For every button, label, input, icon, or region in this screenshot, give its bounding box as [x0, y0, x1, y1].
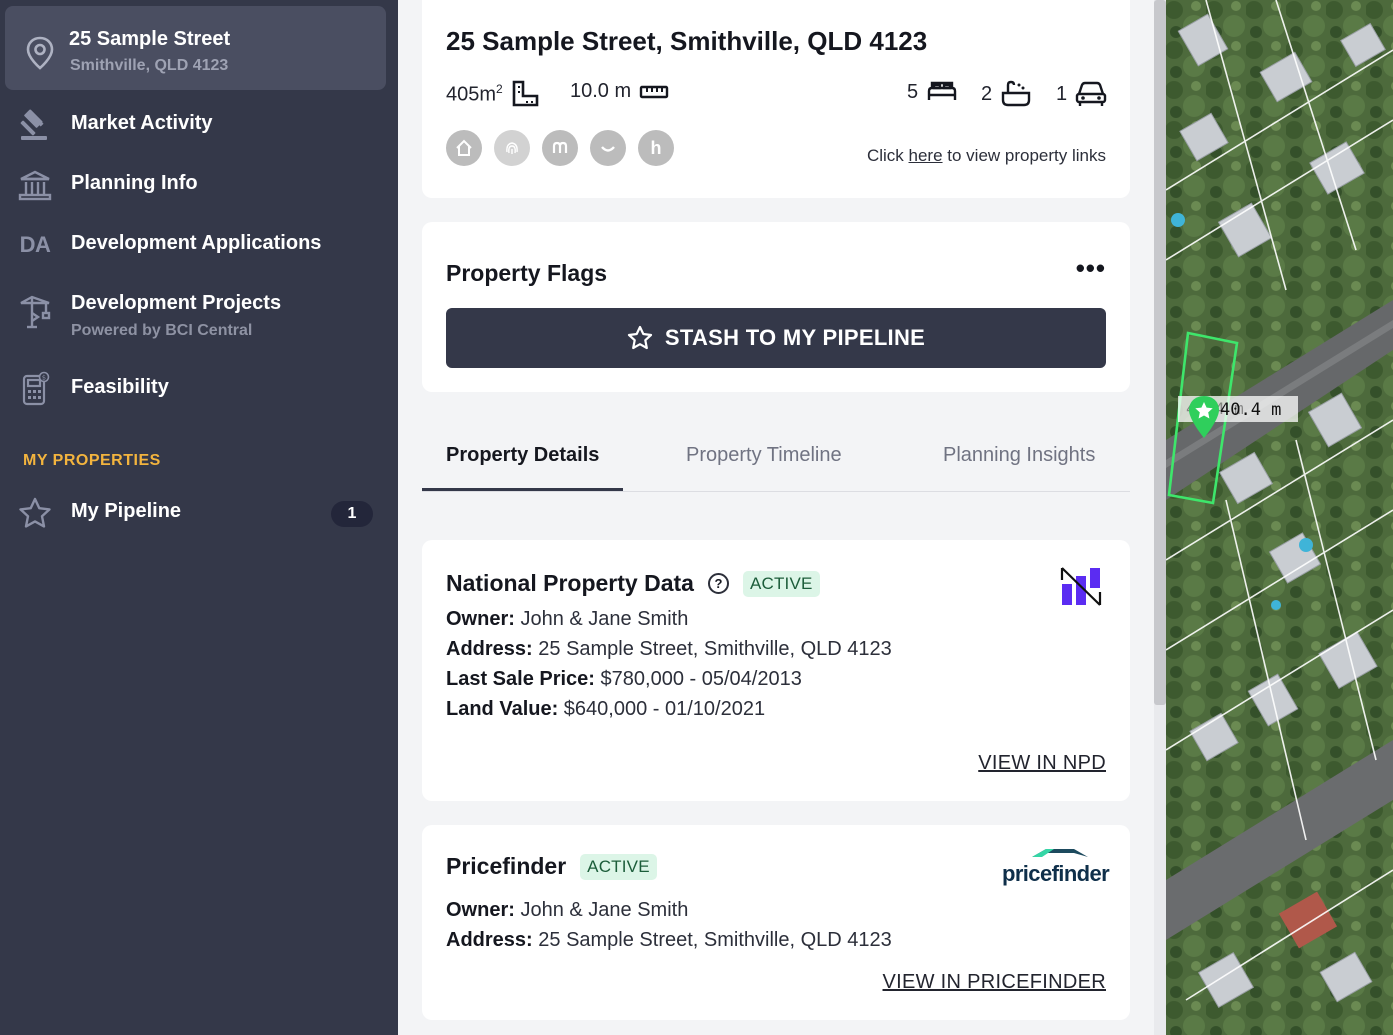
land-area-value: 405m2: [446, 81, 503, 106]
gavel-icon: [16, 108, 54, 142]
more-options-icon[interactable]: •••: [1076, 255, 1106, 281]
npd-title-row: National Property Data ? ACTIVE: [446, 570, 820, 597]
sidebar: 25 Sample Street Smithville, QLD 4123 Ma…: [0, 0, 398, 1035]
pricefinder-logo: pricefinder: [1002, 847, 1110, 887]
my-properties-heading: MY PROPERTIES: [23, 452, 161, 469]
frontage-value: 10.0 m: [570, 80, 632, 102]
star-outline-icon: [627, 325, 652, 350]
pricefinder-address: Address: 25 Sample Street, Smithville, Q…: [446, 929, 892, 951]
nav-label: Feasibility: [71, 376, 169, 398]
stash-to-pipeline-button[interactable]: STASH TO MY PIPELINE: [446, 308, 1106, 368]
h-link-icon[interactable]: h: [638, 130, 674, 166]
bed-icon: [927, 81, 957, 100]
nav-label: Development Projects: [71, 292, 282, 314]
property-flags-card: Property Flags ••• STASH TO MY PIPELINE: [422, 222, 1130, 392]
property-summary-card: 25 Sample Street, Smithville, QLD 4123 4…: [422, 0, 1130, 198]
map-measurement-label: 40.4 m: [1220, 400, 1281, 420]
crane-icon: [16, 294, 54, 329]
svg-text:$: $: [42, 374, 46, 382]
frontage-metric: 10.0 m: [570, 80, 669, 103]
property-address-line2: Smithville, QLD 4123: [70, 57, 229, 74]
npd-title: National Property Data: [446, 570, 694, 596]
nav-development-projects[interactable]: Development Projects Powered by BCI Cent…: [0, 280, 398, 350]
satellite-map[interactable]: 4 .4 m 40.4 m: [1166, 0, 1393, 1035]
fingerprint-link-icon[interactable]: [494, 130, 530, 166]
details-tabs: Property Details Property Timeline Plann…: [422, 420, 1130, 492]
nav-planning-info[interactable]: Planning Info: [0, 160, 398, 210]
da-icon: DA: [19, 232, 51, 257]
ruler-icon: [639, 85, 669, 98]
property-flags-title: Property Flags: [446, 260, 608, 286]
npd-status-badge: ACTIVE: [742, 570, 820, 597]
scrollbar-thumb[interactable]: [1154, 0, 1166, 705]
npd-last-sale: Last Sale Price: $780,000 - 05/04/2013: [446, 668, 802, 690]
nav-label: My Pipeline: [71, 500, 182, 522]
m-link-icon[interactable]: [542, 130, 578, 166]
bathrooms-metric: 2: [981, 80, 1032, 108]
npd-card: National Property Data ? ACTIVE Owner: J…: [422, 540, 1130, 801]
home-link-icon[interactable]: [446, 130, 482, 166]
nav-sublabel: Powered by BCI Central: [71, 322, 253, 339]
current-property-card[interactable]: 25 Sample Street Smithville, QLD 4123: [5, 6, 386, 90]
view-in-pricefinder-link[interactable]: VIEW IN PRICEFINDER: [883, 971, 1107, 994]
npd-owner: Owner: John & Jane Smith: [446, 608, 689, 630]
building-columns-icon: [16, 168, 54, 202]
car-spaces-value: 1: [1056, 82, 1068, 105]
car-spaces-metric: 1: [1056, 80, 1107, 108]
bath-icon: [1001, 80, 1031, 107]
map-imagery: 4 .4 m 40.4 m: [1166, 0, 1393, 1035]
star-icon: [16, 496, 54, 530]
bedrooms-metric: 5: [907, 80, 958, 104]
smile-link-icon[interactable]: [590, 130, 626, 166]
active-tab-indicator: [422, 488, 623, 491]
pricefinder-owner: Owner: John & Jane Smith: [446, 899, 689, 921]
view-in-npd-link[interactable]: VIEW IN NPD: [978, 752, 1106, 775]
npd-address: Address: 25 Sample Street, Smithville, Q…: [446, 638, 892, 660]
property-links-text: Click here to view property links: [866, 146, 1106, 165]
bathrooms-value: 2: [981, 82, 993, 105]
pricefinder-card: Pricefinder ACTIVE pricefinder Owner: Jo…: [422, 825, 1130, 1020]
nav-label: Planning Info: [71, 172, 198, 194]
tab-property-timeline[interactable]: Property Timeline: [686, 444, 842, 467]
tab-property-details[interactable]: Property Details: [446, 444, 599, 467]
pricefinder-title-row: Pricefinder ACTIVE: [446, 853, 657, 880]
npd-logo: [1060, 567, 1102, 606]
nav-development-applications[interactable]: DA Development Applications: [0, 220, 398, 270]
pricefinder-title: Pricefinder: [446, 853, 567, 879]
nav-market-activity[interactable]: Market Activity: [0, 100, 398, 150]
calculator-icon: $: [16, 371, 54, 406]
nav-label: Market Activity: [71, 112, 213, 134]
npd-land-value: Land Value: $640,000 - 01/10/2021: [446, 698, 766, 720]
tab-planning-insights[interactable]: Planning Insights: [943, 444, 1095, 467]
property-address-line1: 25 Sample Street: [69, 28, 231, 50]
land-area-icon: [512, 80, 539, 107]
map-pin-icon: [25, 36, 55, 70]
property-title: 25 Sample Street, Smithville, QLD 4123: [446, 26, 928, 56]
main-panel: 25 Sample Street, Smithville, QLD 4123 4…: [398, 0, 1166, 1035]
pricefinder-status-badge: ACTIVE: [580, 853, 657, 880]
pipeline-count-badge: 1: [331, 501, 373, 527]
car-icon: [1075, 81, 1107, 106]
bedrooms-value: 5: [907, 80, 919, 103]
help-icon[interactable]: ?: [707, 573, 729, 594]
land-area-metric: 405m2: [446, 80, 539, 108]
property-links-link[interactable]: here: [909, 146, 943, 165]
nav-label: Development Applications: [71, 232, 322, 254]
nav-my-pipeline[interactable]: My Pipeline 1: [0, 488, 398, 540]
nav-feasibility[interactable]: $ Feasibility: [0, 364, 398, 414]
